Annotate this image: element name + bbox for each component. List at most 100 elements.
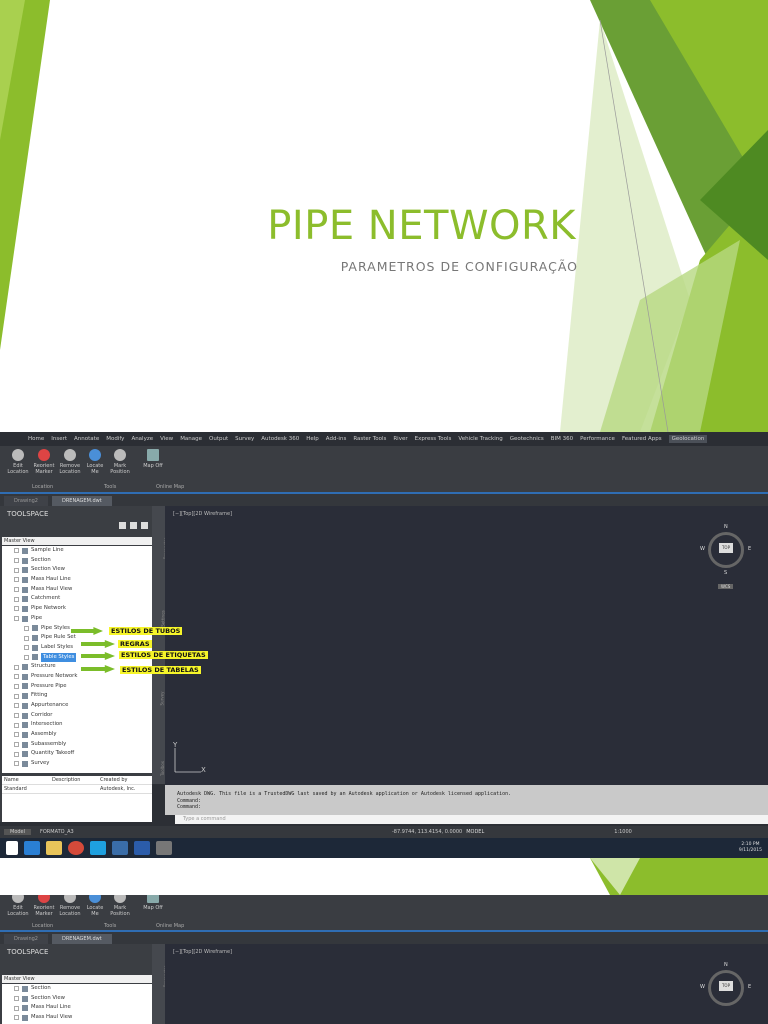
table-row[interactable]: Standard Autodesk, Inc. [2,785,152,794]
palette-tab[interactable]: Survey [159,692,164,706]
map-off-button[interactable]: Map Off [141,895,165,911]
app-icon[interactable] [156,841,172,855]
ribbon-tab[interactable]: BIM 360 [551,436,573,442]
expand-icon[interactable] [14,761,19,767]
ribbon-tab[interactable]: Geotechnics [510,436,544,442]
clock[interactable]: 2:10 PM 9/11/2015 [739,842,762,854]
expand-icon[interactable] [14,996,19,1002]
expand-icon[interactable] [14,664,19,670]
tree-item[interactable]: Quantity Takeoff [2,749,152,759]
tab-drawing2[interactable]: Drawing2 [4,496,48,506]
reorient-marker-button[interactable]: Reorient Marker [32,895,56,917]
ribbon-tab[interactable]: Survey [235,436,254,442]
viewport-label[interactable]: [−][Top][2D Wireframe] [173,511,232,517]
annotation-scale[interactable]: 1:1000 [614,829,632,835]
ribbon-tab[interactable]: Manage [180,436,202,442]
ribbon-tab[interactable]: Featured Apps [622,436,662,442]
expand-icon[interactable] [14,616,19,622]
expand-icon[interactable] [14,693,19,699]
ribbon-tab[interactable]: Raster Tools [353,436,386,442]
expand-icon[interactable] [14,713,19,719]
tree-item[interactable]: Mass Haul Line [2,575,152,585]
expand-icon[interactable] [14,567,19,573]
start-icon[interactable] [6,841,18,855]
expand-icon[interactable] [24,635,29,641]
ribbon-tab[interactable]: Modify [106,436,124,442]
ribbon-tab[interactable]: Geolocation [668,435,708,443]
tree-item[interactable]: Pipe [2,614,152,624]
tree-item[interactable]: Pressure Pipe [2,682,152,692]
mark-position-button[interactable]: Mark Position [108,895,132,917]
tab-formato-a3[interactable]: FORMATO_A3 [34,829,80,835]
ribbon-tab[interactable]: Output [209,436,228,442]
expand-icon[interactable] [14,587,19,593]
reorient-marker-button[interactable]: Reorient Marker [32,449,56,475]
ie-icon[interactable] [24,841,40,855]
ribbon-tab[interactable]: Annotate [74,436,99,442]
mark-position-button[interactable]: Mark Position [108,449,132,475]
expand-icon[interactable] [14,577,19,583]
ribbon-tab[interactable]: Insert [51,436,67,442]
edit-location-button[interactable]: Edit Location [6,449,30,475]
ribbon-tab[interactable]: Analyze [131,436,153,442]
view-dropdown[interactable]: Master View [2,537,154,545]
viewcube[interactable]: TOP N W E [700,962,751,1006]
expand-icon[interactable] [14,683,19,689]
tree-item[interactable]: Assembly [2,730,152,740]
tree-item[interactable]: Mass Haul View [2,585,152,595]
tree-item[interactable]: Appurtenance [2,701,152,711]
locate-me-button[interactable]: Locate Me [83,449,107,475]
viewcube-top[interactable]: TOP [719,981,733,991]
wcs-menu[interactable]: WCS [718,584,734,589]
tree-item[interactable]: Section [2,984,152,994]
locate-me-button[interactable]: Locate Me [83,895,107,917]
chrome-icon[interactable] [68,841,84,855]
ribbon-tab[interactable]: Performance [580,436,615,442]
tree-item[interactable]: Subassembly [2,740,152,750]
viewcube[interactable]: TOP N S W E WCS [700,524,751,589]
tree-item[interactable]: Sample Line [2,546,152,556]
autocad-icon[interactable] [112,841,128,855]
tree-item[interactable]: Survey [2,759,152,769]
tree-item[interactable]: Section [2,556,152,566]
tab-drenagem[interactable]: DRENAGEM.dwt [51,934,112,944]
expand-icon[interactable] [14,558,19,564]
ribbon-tab[interactable]: Express Tools [415,436,452,442]
expand-icon[interactable] [14,732,19,738]
skype-icon[interactable] [90,841,106,855]
model-toggle[interactable]: MODEL [466,829,484,835]
ribbon-tab[interactable]: Help [306,436,319,442]
tree-item[interactable]: Section View [2,994,152,1004]
tool-icon[interactable] [130,522,137,529]
ribbon-tab[interactable]: Vehicle Tracking [458,436,502,442]
expand-icon[interactable] [14,606,19,612]
edit-location-button[interactable]: Edit Location [6,895,30,917]
explorer-icon[interactable] [46,841,62,855]
expand-icon[interactable] [14,1005,19,1011]
expand-icon[interactable] [14,596,19,602]
tree-item[interactable]: Fitting [2,691,152,701]
ribbon-tab[interactable]: Home [28,436,44,442]
expand-icon[interactable] [14,742,19,748]
help-icon[interactable] [141,522,148,529]
view-dropdown[interactable]: Master View [2,975,154,983]
tree-item[interactable]: Section View [2,565,152,575]
remove-location-button[interactable]: Remove Location [58,449,82,475]
expand-icon[interactable] [14,703,19,709]
tab-drawing2[interactable]: Drawing2 [4,934,48,944]
tab-drenagem[interactable]: DRENAGEM.dwt [51,496,112,506]
drawing-canvas[interactable]: [−][Top][2D Wireframe] TOP N W E [165,944,768,1024]
tab-model[interactable]: Model [4,829,32,835]
ribbon-tab[interactable]: Autodesk 360 [261,436,299,442]
tree-item[interactable]: Pipe Network [2,604,152,614]
viewport-label[interactable]: [−][Top][2D Wireframe] [173,949,232,955]
expand-icon[interactable] [24,645,29,651]
ribbon-tab[interactable]: River [393,436,407,442]
tree-item[interactable]: Catchment [2,594,152,604]
drawing-canvas[interactable]: [−][Top][2D Wireframe] TOP N S W E WCS Y… [165,506,768,785]
expand-icon[interactable] [14,1015,19,1021]
word-icon[interactable] [134,841,150,855]
tree-item[interactable]: Corridor [2,711,152,721]
ribbon-tab[interactable]: Add-ins [326,436,347,442]
map-off-button[interactable]: Map Off [141,449,165,469]
